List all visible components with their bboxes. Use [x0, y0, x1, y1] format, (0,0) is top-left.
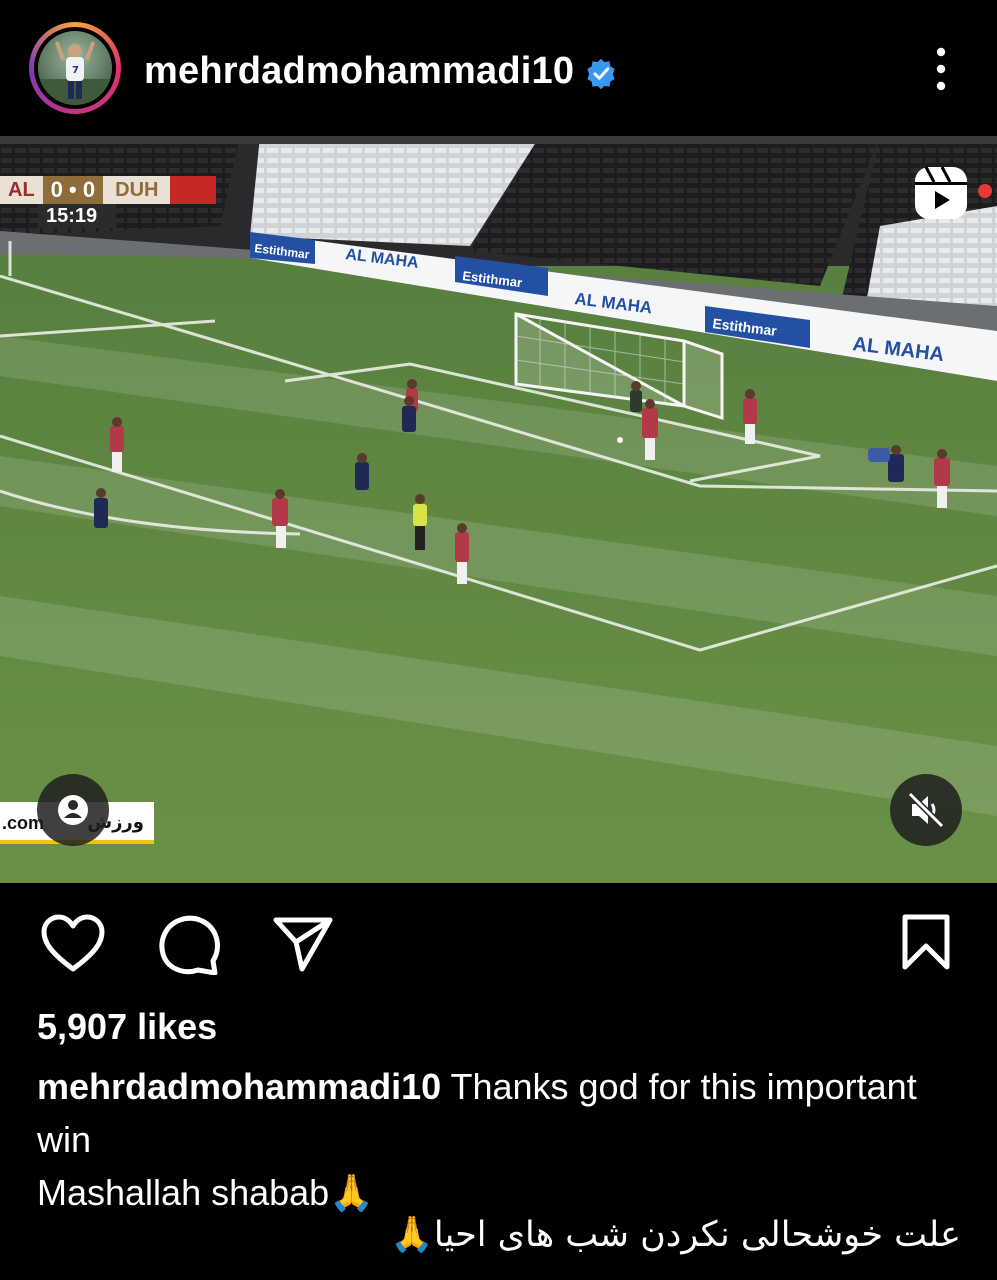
avatar-story-ring[interactable]: 7: [29, 22, 121, 114]
avatar-image: 7: [38, 31, 112, 105]
post-caption: mehrdadmohammadi10 Thanks god for this i…: [37, 1060, 967, 1219]
muted-speaker-icon: [907, 791, 945, 829]
prayer-emoji-2: 🙏: [390, 1215, 434, 1255]
post-username[interactable]: mehrdadmohammadi10: [144, 50, 574, 93]
bookmark-icon[interactable]: [900, 913, 952, 971]
caption-line-3: علت خوشحالی نکردن شب های احیا🙏: [390, 1214, 961, 1255]
score-separator: •: [69, 177, 77, 202]
comment-icon[interactable]: [156, 913, 220, 975]
reels-icon: [915, 166, 967, 219]
team-crest: [170, 176, 217, 204]
post-header: 7 mehrdadmohammadi10: [0, 0, 997, 136]
scoreboard: AL 0 • 0 DUH 15:19: [0, 176, 217, 228]
avatar[interactable]: 7: [34, 27, 116, 109]
post-action-bar: [0, 883, 997, 1003]
user-tag-button[interactable]: [37, 774, 109, 846]
caption-line-2: Mashallah shabab: [37, 1172, 330, 1213]
match-scene: Estithmar AL MAHA Estithmar AL MAHA Esti…: [0, 136, 997, 883]
score-away: 0: [82, 177, 96, 202]
score: 0 • 0: [42, 176, 104, 204]
caption-rtl-text: علت خوشحالی نکردن شب های احیا: [433, 1215, 961, 1255]
caption-username[interactable]: mehrdadmohammadi10: [37, 1066, 441, 1107]
likes-count[interactable]: 5,907 likes: [37, 1006, 217, 1048]
more-vertical-icon[interactable]: [926, 44, 956, 94]
prayer-emoji: 🙏: [329, 1172, 375, 1213]
send-icon[interactable]: [272, 915, 334, 973]
svg-text:7: 7: [72, 65, 79, 76]
verified-badge-icon: [587, 58, 615, 90]
home-team: AL: [0, 176, 43, 204]
match-clock: 15:19: [38, 204, 116, 228]
mute-button[interactable]: [890, 774, 962, 846]
user-tag-icon: [58, 795, 88, 825]
heart-icon[interactable]: [40, 914, 106, 974]
live-dot: [978, 184, 992, 198]
away-team: DUH: [103, 176, 171, 204]
reel-video[interactable]: Estithmar AL MAHA Estithmar AL MAHA Esti…: [0, 136, 997, 883]
score-home: 0: [50, 177, 63, 202]
